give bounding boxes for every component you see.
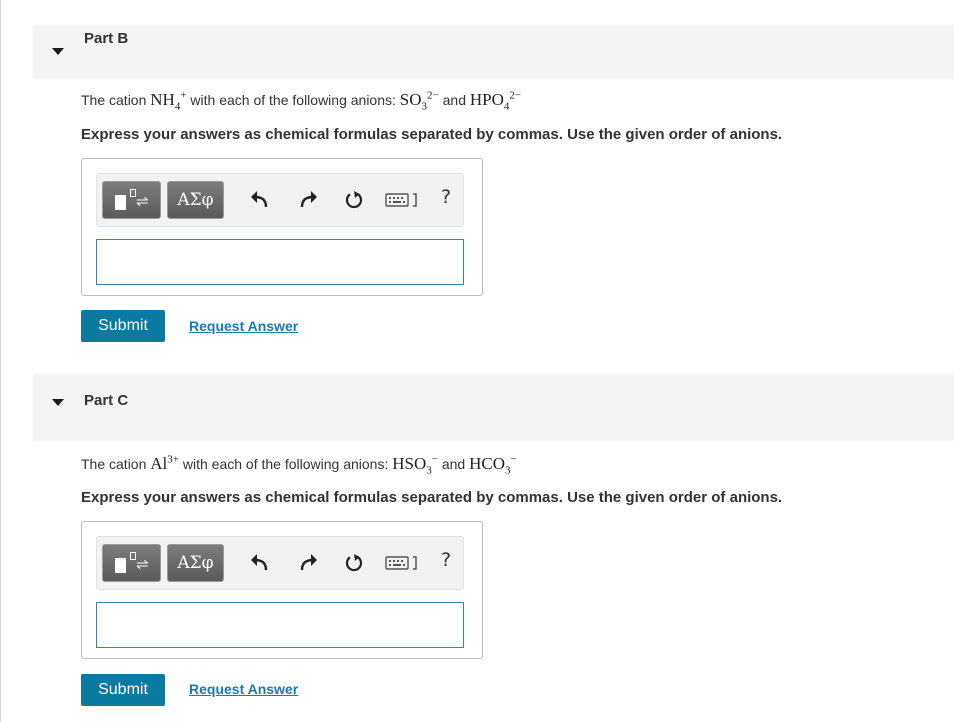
question-text: The cation Al3+ with each of the followi… <box>81 453 517 477</box>
help-icon[interactable]: ? <box>441 549 451 571</box>
answer-input[interactable] <box>96 602 464 648</box>
anion1-base: SO <box>399 90 422 109</box>
submit-button[interactable]: Submit <box>81 310 165 342</box>
template-button[interactable]: ⇌ <box>102 544 161 582</box>
part-b-header[interactable]: Part B <box>33 25 954 79</box>
anion2-base: HCO <box>469 454 506 473</box>
anion1-sub: 3 <box>421 100 428 113</box>
keyboard-icon[interactable] <box>385 555 419 571</box>
submit-button[interactable]: Submit <box>81 674 165 706</box>
math-toolbar: ⇌ ΑΣφ ? <box>96 536 464 590</box>
answer-box: ⇌ ΑΣφ ? <box>81 521 483 659</box>
caret-down-icon[interactable] <box>52 399 64 406</box>
part-title: Part C <box>84 392 129 409</box>
question-prefix: The cation <box>81 456 151 472</box>
instruction-text: Express your answers as chemical formula… <box>81 126 783 143</box>
math-toolbar: ⇌ ΑΣφ ? <box>96 173 464 227</box>
keyboard-icon[interactable] <box>385 192 419 208</box>
anion2-sup: − <box>510 453 517 466</box>
answer-box: ⇌ ΑΣφ ? <box>81 158 483 296</box>
anion2-sup: 2− <box>509 89 522 102</box>
redo-icon[interactable] <box>297 188 319 212</box>
reset-icon[interactable] <box>343 551 365 575</box>
redo-icon[interactable] <box>297 551 319 575</box>
reset-icon[interactable] <box>343 188 365 212</box>
cation-sup: 3+ <box>167 453 179 466</box>
greek-symbols-button[interactable]: ΑΣφ <box>167 181 224 219</box>
cation-base: NH <box>150 90 175 109</box>
swap-arrows-icon: ⇌ <box>136 193 149 210</box>
undo-icon[interactable] <box>249 188 271 212</box>
request-answer-link[interactable]: Request Answer <box>189 318 298 334</box>
anion2-sub: 4 <box>503 100 510 113</box>
anion2-formula: HPO42− <box>469 89 522 113</box>
question-middle: with each of the following anions: <box>178 456 393 472</box>
part-c-header[interactable]: Part C <box>33 374 954 441</box>
greek-symbols-button[interactable]: ΑΣφ <box>167 544 224 582</box>
request-answer-link[interactable]: Request Answer <box>189 681 298 697</box>
anion1-sup: 2− <box>427 89 439 102</box>
anion1-formula: SO32− <box>399 89 439 113</box>
template-icon <box>115 195 126 210</box>
question-conj: and <box>437 456 470 472</box>
swap-arrows-icon: ⇌ <box>136 556 149 573</box>
question-middle: with each of the following anions: <box>186 92 400 108</box>
answer-input[interactable] <box>96 239 464 285</box>
cation-base: Al <box>150 454 168 473</box>
cation-formula: Al3+ <box>150 454 179 473</box>
anion1-formula: HSO3− <box>392 454 438 477</box>
question-prefix: The cation <box>81 92 151 108</box>
template-button[interactable]: ⇌ <box>102 181 161 219</box>
left-border <box>0 0 1 722</box>
cation-formula: NH4+ <box>150 90 186 113</box>
question-text: The cation NH4+ with each of the followi… <box>81 89 522 113</box>
instruction-text: Express your answers as chemical formula… <box>81 489 783 506</box>
part-title: Part B <box>84 30 129 47</box>
anion2-formula: HCO3− <box>469 453 517 477</box>
anion2-sub: 3 <box>505 464 511 477</box>
anion1-sub: 3 <box>426 464 432 477</box>
anion1-base: HSO <box>392 454 427 473</box>
anion2-base: HPO <box>469 90 504 109</box>
cation-sub: 4 <box>174 100 181 113</box>
question-conj: and <box>438 92 470 108</box>
undo-icon[interactable] <box>249 551 271 575</box>
caret-down-icon[interactable] <box>52 48 64 55</box>
help-icon[interactable]: ? <box>441 186 451 208</box>
template-icon <box>115 558 126 573</box>
